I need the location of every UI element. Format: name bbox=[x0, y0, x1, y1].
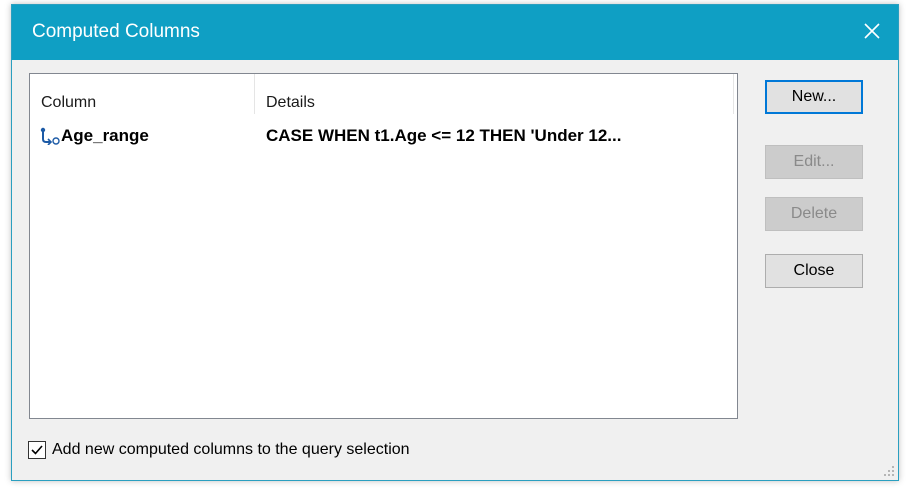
dialog-title: Computed Columns bbox=[32, 21, 200, 42]
add-to-selection-checkbox[interactable] bbox=[28, 441, 46, 459]
column-divider[interactable] bbox=[733, 74, 734, 114]
new-button[interactable]: New... bbox=[765, 80, 863, 114]
close-button[interactable]: Close bbox=[765, 254, 863, 288]
column-header-column[interactable]: Column bbox=[41, 94, 96, 112]
add-to-selection-option[interactable]: Add new computed columns to the query se… bbox=[28, 441, 410, 459]
row-column-name: Age_range bbox=[61, 126, 149, 145]
delete-button[interactable]: Delete bbox=[765, 197, 863, 231]
resize-grip-icon[interactable] bbox=[883, 465, 895, 477]
checkmark-icon bbox=[31, 445, 43, 455]
column-divider[interactable] bbox=[254, 74, 255, 114]
close-icon bbox=[864, 23, 880, 39]
computed-columns-list[interactable]: Column Details Age_range CASE WHEN t1.Ag… bbox=[29, 73, 738, 419]
add-to-selection-label: Add new computed columns to the query se… bbox=[52, 441, 410, 458]
edit-button[interactable]: Edit... bbox=[765, 145, 863, 179]
list-item[interactable]: Age_range CASE WHEN t1.Age <= 12 THEN 'U… bbox=[30, 121, 737, 149]
computed-columns-dialog: Computed Columns Column Details Age_rang… bbox=[11, 4, 899, 481]
computed-column-icon bbox=[39, 127, 61, 150]
list-header: Column Details bbox=[30, 74, 737, 114]
title-bar[interactable]: Computed Columns bbox=[12, 5, 898, 60]
column-header-details[interactable]: Details bbox=[266, 94, 315, 112]
row-details: CASE WHEN t1.Age <= 12 THEN 'Under 12... bbox=[266, 126, 622, 145]
close-window-button[interactable] bbox=[854, 13, 890, 49]
